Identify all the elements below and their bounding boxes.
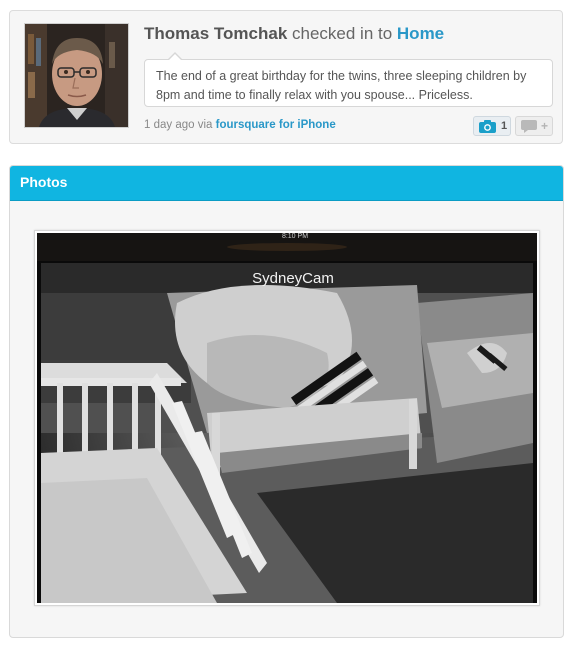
photo-count-button[interactable]: 1 [473,116,511,136]
checkin-card: Thomas Tomchak checked in to Home The en… [9,10,563,144]
shout-text: The end of a great birthday for the twin… [156,69,527,102]
comment-button[interactable]: + [515,116,553,136]
bubble-tail-inner [168,54,182,61]
photo-count: 1 [501,120,508,132]
checkin-headline: Thomas Tomchak checked in to Home [144,23,444,45]
photo-thumbnail[interactable]: SydneyCam 8:10 PM [34,230,540,606]
checkin-action-text: checked in to [287,24,397,43]
avatar[interactable] [24,23,129,128]
photos-title: Photos [20,174,68,190]
comment-bubble-icon [521,120,537,136]
time-ago: 1 day ago via [144,119,216,131]
photos-header: Photos [10,166,563,201]
shout-bubble: The end of a great birthday for the twin… [144,52,553,107]
venue-link[interactable]: Home [397,24,444,43]
comment-plus: + [541,119,549,133]
baby-monitor-photo: SydneyCam 8:10 PM [37,233,537,603]
camera-icon [479,120,496,136]
clock-text: 8:10 PM [282,233,308,240]
via-app-link[interactable]: foursquare for iPhone [216,119,336,131]
checkin-meta: 1 day ago via foursquare for iPhone [144,119,336,131]
camera-label: SydneyCam [252,270,334,287]
photos-panel: Photos SydneyCam 8:10 PM [9,165,564,638]
avatar-photo [25,24,128,127]
user-name-link[interactable]: Thomas Tomchak [144,24,287,43]
